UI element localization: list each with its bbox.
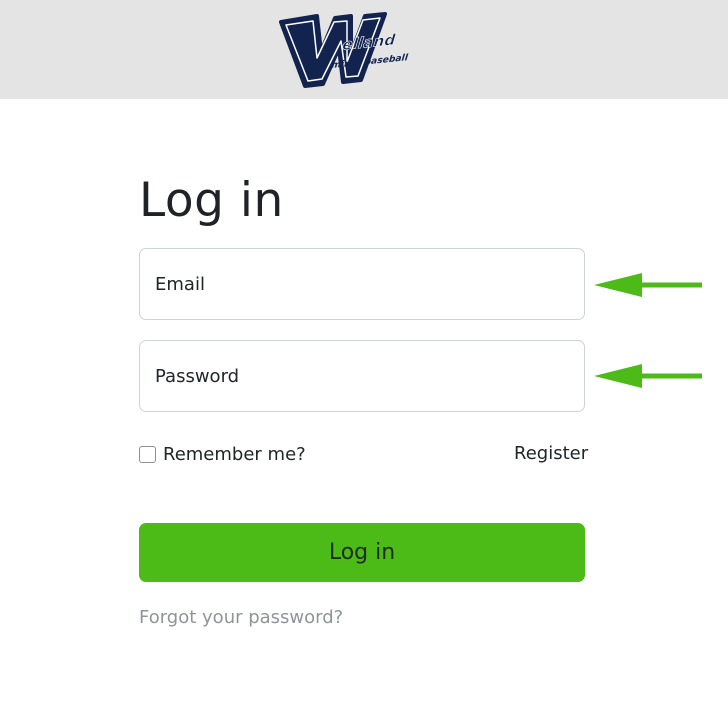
site-header: elland minor baseball [0,0,728,99]
remember-me-label[interactable]: Remember me? [163,444,306,465]
welland-minor-baseball-logo[interactable]: elland minor baseball [277,12,423,88]
password-label: Password [155,366,240,387]
remember-me[interactable]: Remember me? [139,442,306,466]
page-title: Log in [139,173,284,228]
password-field[interactable]: Password [139,340,585,412]
register-link[interactable]: Register [514,442,588,466]
login-button[interactable]: Log in [139,523,585,582]
email-label: Email [155,274,205,295]
email-arrow-icon [594,273,702,297]
forgot-password-link[interactable]: Forgot your password? [139,606,343,630]
password-arrow-icon [594,364,702,388]
remember-me-checkbox[interactable] [139,445,156,463]
email-field[interactable]: Email [139,248,585,320]
